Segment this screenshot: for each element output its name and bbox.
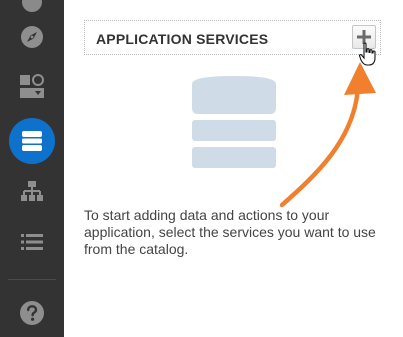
main-content: APPLICATION SERVICES To start adding dat… [64, 0, 403, 337]
panel-title: APPLICATION SERVICES [96, 31, 269, 47]
sidebar-divider [8, 279, 56, 280]
sidebar [0, 0, 64, 337]
help-icon [20, 301, 44, 325]
active-indicator [9, 118, 55, 164]
plus-icon [357, 30, 371, 44]
sidebar-item-components[interactable] [0, 62, 64, 110]
sitemap-icon [21, 181, 43, 201]
compass-icon [21, 26, 43, 48]
application-services-header: APPLICATION SERVICES [84, 20, 381, 55]
sidebar-item-explore[interactable] [0, 13, 64, 61]
add-service-button[interactable] [352, 25, 376, 49]
sidebar-item-data[interactable] [0, 117, 64, 165]
sidebar-item-list[interactable] [0, 218, 64, 266]
layout-components-icon [20, 74, 44, 98]
sidebar-item-business-objects[interactable] [0, 168, 64, 216]
sidebar-item-help[interactable] [0, 289, 64, 337]
database-illustration [192, 76, 276, 168]
database-icon [22, 131, 42, 151]
app-window: APPLICATION SERVICES To start adding dat… [0, 0, 403, 337]
app-icon [22, 0, 42, 12]
list-icon [21, 234, 43, 250]
empty-state-message: To start adding data and actions to your… [84, 207, 376, 257]
